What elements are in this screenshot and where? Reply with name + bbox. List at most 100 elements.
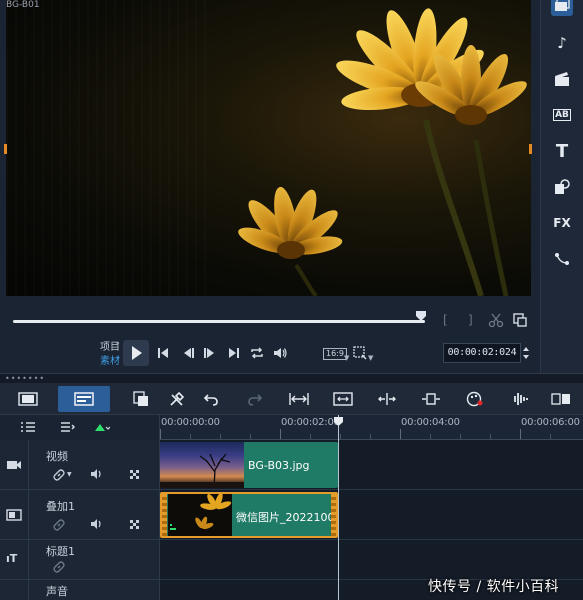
timeline-view-button[interactable] bbox=[58, 386, 110, 412]
preview-panel: BG-B01 [ ] 项目 素材 - - 16:9 ▼ ▼ 00:00:02:0… bbox=[0, 0, 540, 373]
timeline-playhead[interactable] bbox=[338, 415, 339, 600]
ruler-tick bbox=[310, 434, 311, 439]
mark-in-button[interactable]: [ bbox=[443, 313, 448, 327]
aspect-ratio-caret-icon[interactable]: ▼ bbox=[344, 354, 349, 362]
ripple-up-arrow-icon[interactable] bbox=[94, 421, 110, 433]
video-editor-window: BG-B01 [ ] 项目 素材 - - 16:9 ▼ ▼ 00:00:02:0… bbox=[0, 0, 583, 600]
transition-ab-icon: AB bbox=[553, 109, 571, 121]
fit-project-button[interactable] bbox=[288, 389, 310, 409]
link-icon[interactable] bbox=[52, 468, 66, 482]
stretch-button[interactable] bbox=[376, 389, 398, 409]
grid-checker-icon[interactable] bbox=[128, 468, 142, 482]
track-header-separator bbox=[28, 540, 29, 579]
copy-track-icon bbox=[133, 391, 148, 406]
timeline-ruler[interactable]: 00:00:00:00 00:00:02:00 00:00:04:00 00:0… bbox=[160, 415, 583, 440]
overlay-clip-selected[interactable]: 微信图片_20221007 bbox=[160, 492, 338, 538]
tools-wrench-icon bbox=[170, 391, 185, 406]
transition-button[interactable]: AB bbox=[551, 104, 573, 126]
playhead-handle-icon[interactable] bbox=[333, 416, 344, 427]
tree-silhouette-thumbnail bbox=[160, 453, 244, 488]
zoom-clip-button[interactable] bbox=[332, 389, 354, 409]
repeat-icon[interactable] bbox=[249, 345, 265, 361]
audio-library-button[interactable]: ♪ bbox=[551, 32, 573, 54]
ruler-tick bbox=[220, 434, 221, 439]
add-tracks-button[interactable] bbox=[130, 389, 152, 409]
fx-icon: FX bbox=[553, 216, 571, 230]
resize-caret-icon[interactable]: ▼ bbox=[368, 354, 373, 362]
undo-button[interactable] bbox=[200, 389, 222, 409]
ruler-tick bbox=[490, 434, 491, 439]
waveform-icon bbox=[514, 393, 528, 405]
play-button[interactable] bbox=[123, 340, 149, 366]
volume-icon[interactable] bbox=[272, 345, 288, 361]
color-grading-button[interactable] bbox=[464, 389, 486, 409]
go-to-end-icon[interactable] bbox=[226, 345, 242, 361]
ruler-label: 00:00:02:00 bbox=[281, 417, 340, 428]
chapter-cue-icon[interactable] bbox=[60, 421, 76, 433]
track-header-separator bbox=[28, 440, 29, 489]
track-lane-video[interactable]: BG-B03.jpg bbox=[160, 440, 583, 490]
instant-project-button[interactable] bbox=[551, 68, 573, 90]
right-crop-marker[interactable] bbox=[529, 144, 532, 154]
video-camera-icon bbox=[7, 461, 21, 469]
clip-filename: BG-B03.jpg bbox=[248, 459, 310, 472]
ruler-tick bbox=[190, 434, 191, 439]
split-clip-scissors-icon[interactable] bbox=[488, 312, 504, 328]
tools-button[interactable] bbox=[166, 389, 188, 409]
next-frame-icon[interactable] bbox=[202, 345, 218, 361]
project-mode-toggle[interactable]: 项目 bbox=[80, 338, 120, 353]
media-library-button[interactable] bbox=[551, 0, 573, 16]
filter-button[interactable]: FX bbox=[551, 212, 573, 234]
grid-checker-icon[interactable] bbox=[128, 518, 142, 532]
scrubber-handle[interactable] bbox=[415, 310, 427, 322]
auto-fit-button[interactable] bbox=[420, 389, 442, 409]
mode-dash-clip: - bbox=[116, 352, 120, 363]
track-header-separator bbox=[28, 580, 29, 600]
video-clip[interactable]: BG-B03.jpg bbox=[160, 442, 338, 488]
link-icon[interactable] bbox=[52, 518, 66, 532]
storyboard-view-button[interactable] bbox=[17, 389, 39, 409]
path-button[interactable] bbox=[551, 248, 573, 270]
preview-clip-name: BG-B01 bbox=[6, 0, 40, 10]
audio-waveform-button[interactable] bbox=[508, 389, 530, 409]
divider-grip-icon[interactable]: ••••••• bbox=[5, 375, 45, 383]
snapshot-icon[interactable] bbox=[513, 313, 527, 327]
preview-video-frame[interactable] bbox=[6, 0, 531, 296]
link-caret-icon[interactable]: ▼ bbox=[67, 471, 72, 478]
timecode-spinner-icon[interactable] bbox=[521, 343, 531, 363]
ruler-label: 00:00:00:00 bbox=[161, 417, 220, 428]
redo-button[interactable] bbox=[244, 389, 266, 409]
clip-filename: 微信图片_20221007 bbox=[236, 511, 338, 524]
speaker-icon[interactable] bbox=[89, 517, 103, 531]
graphics-button[interactable] bbox=[551, 176, 573, 198]
preview-flower-image bbox=[238, 8, 527, 296]
clip-trim-handle-left[interactable] bbox=[162, 494, 167, 536]
go-to-start-icon[interactable] bbox=[155, 345, 171, 361]
mark-out-button[interactable]: ] bbox=[468, 313, 473, 327]
frame-zoom-icon bbox=[333, 392, 353, 406]
preview-scrubber-track[interactable] bbox=[13, 320, 425, 323]
library-toolbar: ♪ AB T FX bbox=[540, 0, 583, 373]
title-button[interactable]: T bbox=[551, 140, 573, 162]
title-t-icon: T bbox=[555, 140, 569, 162]
resize-crop-icon[interactable] bbox=[353, 346, 367, 360]
track-lane-overlay[interactable]: 微信图片_20221007 bbox=[160, 490, 583, 540]
clip-mode-toggle[interactable]: 素材 bbox=[80, 352, 120, 367]
previous-frame-icon[interactable] bbox=[180, 345, 196, 361]
timeline-toolbar bbox=[0, 383, 583, 415]
multi-camera-button[interactable] bbox=[550, 389, 572, 409]
track-lane-title[interactable] bbox=[160, 540, 583, 580]
link-icon[interactable] bbox=[52, 560, 66, 574]
ruler-label: 00:00:06:00 bbox=[521, 417, 580, 428]
timecode-display[interactable]: 00:00:02:024 bbox=[443, 343, 521, 363]
left-crop-marker[interactable] bbox=[4, 144, 7, 154]
ruler-tick bbox=[280, 429, 281, 439]
clip-trim-handle-right[interactable] bbox=[331, 494, 336, 536]
panel-divider[interactable]: ••••••• bbox=[0, 373, 583, 383]
track-manager-icon[interactable] bbox=[20, 421, 36, 433]
fit-width-icon bbox=[289, 393, 309, 405]
speaker-icon[interactable] bbox=[89, 467, 103, 481]
stretch-icon bbox=[378, 393, 396, 405]
clip-thumbnail bbox=[160, 442, 244, 488]
track-header-title: ıT 标题1 bbox=[0, 540, 160, 580]
